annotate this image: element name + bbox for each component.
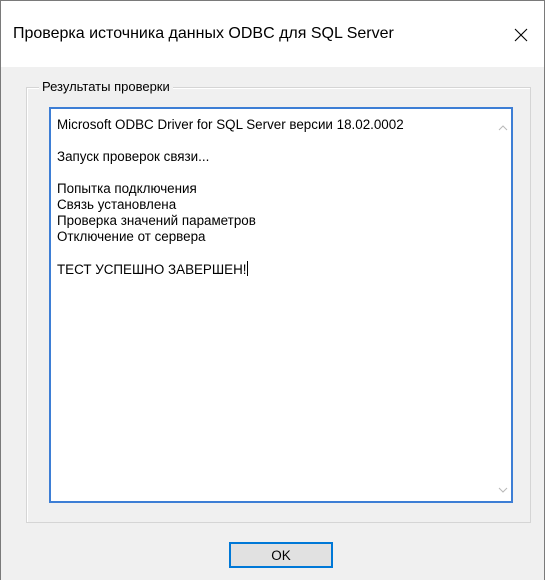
result-line: Попытка подключения (57, 181, 197, 196)
vertical-scrollbar[interactable] (494, 109, 511, 501)
scroll-up-button[interactable] (494, 118, 511, 135)
results-textarea[interactable]: Microsoft ODBC Driver for SQL Server вер… (49, 107, 513, 503)
text-caret (247, 261, 249, 276)
title-bar[interactable]: Проверка источника данных ODBC для SQL S… (1, 1, 544, 67)
ok-button[interactable]: OK (229, 542, 333, 568)
scroll-down-button[interactable] (494, 480, 511, 497)
results-group-label: Результаты проверки (39, 79, 173, 94)
result-line: Проверка значений параметров (57, 213, 256, 228)
result-line: Microsoft ODBC Driver for SQL Server вер… (57, 117, 404, 132)
results-text: Microsoft ODBC Driver for SQL Server вер… (57, 117, 487, 277)
result-line-gap (57, 245, 487, 261)
result-line-gap (57, 133, 487, 149)
result-line: Запуск проверок связи... (57, 149, 210, 164)
result-line: Связь установлена (57, 197, 177, 212)
close-icon (514, 28, 528, 42)
result-line: Отключение от сервера (57, 229, 206, 244)
chevron-up-icon (498, 118, 508, 136)
result-line-final: ТЕСТ УСПЕШНО ЗАВЕРШЕН! (57, 261, 487, 277)
close-button[interactable] (498, 11, 544, 59)
success-message: ТЕСТ УСПЕШНО ЗАВЕРШЕН! (57, 262, 247, 277)
chevron-down-icon (498, 480, 508, 498)
result-line-gap (57, 165, 487, 181)
dialog-title: Проверка источника данных ODBC для SQL S… (13, 25, 394, 42)
odbc-test-dialog: Проверка источника данных ODBC для SQL S… (0, 0, 545, 580)
